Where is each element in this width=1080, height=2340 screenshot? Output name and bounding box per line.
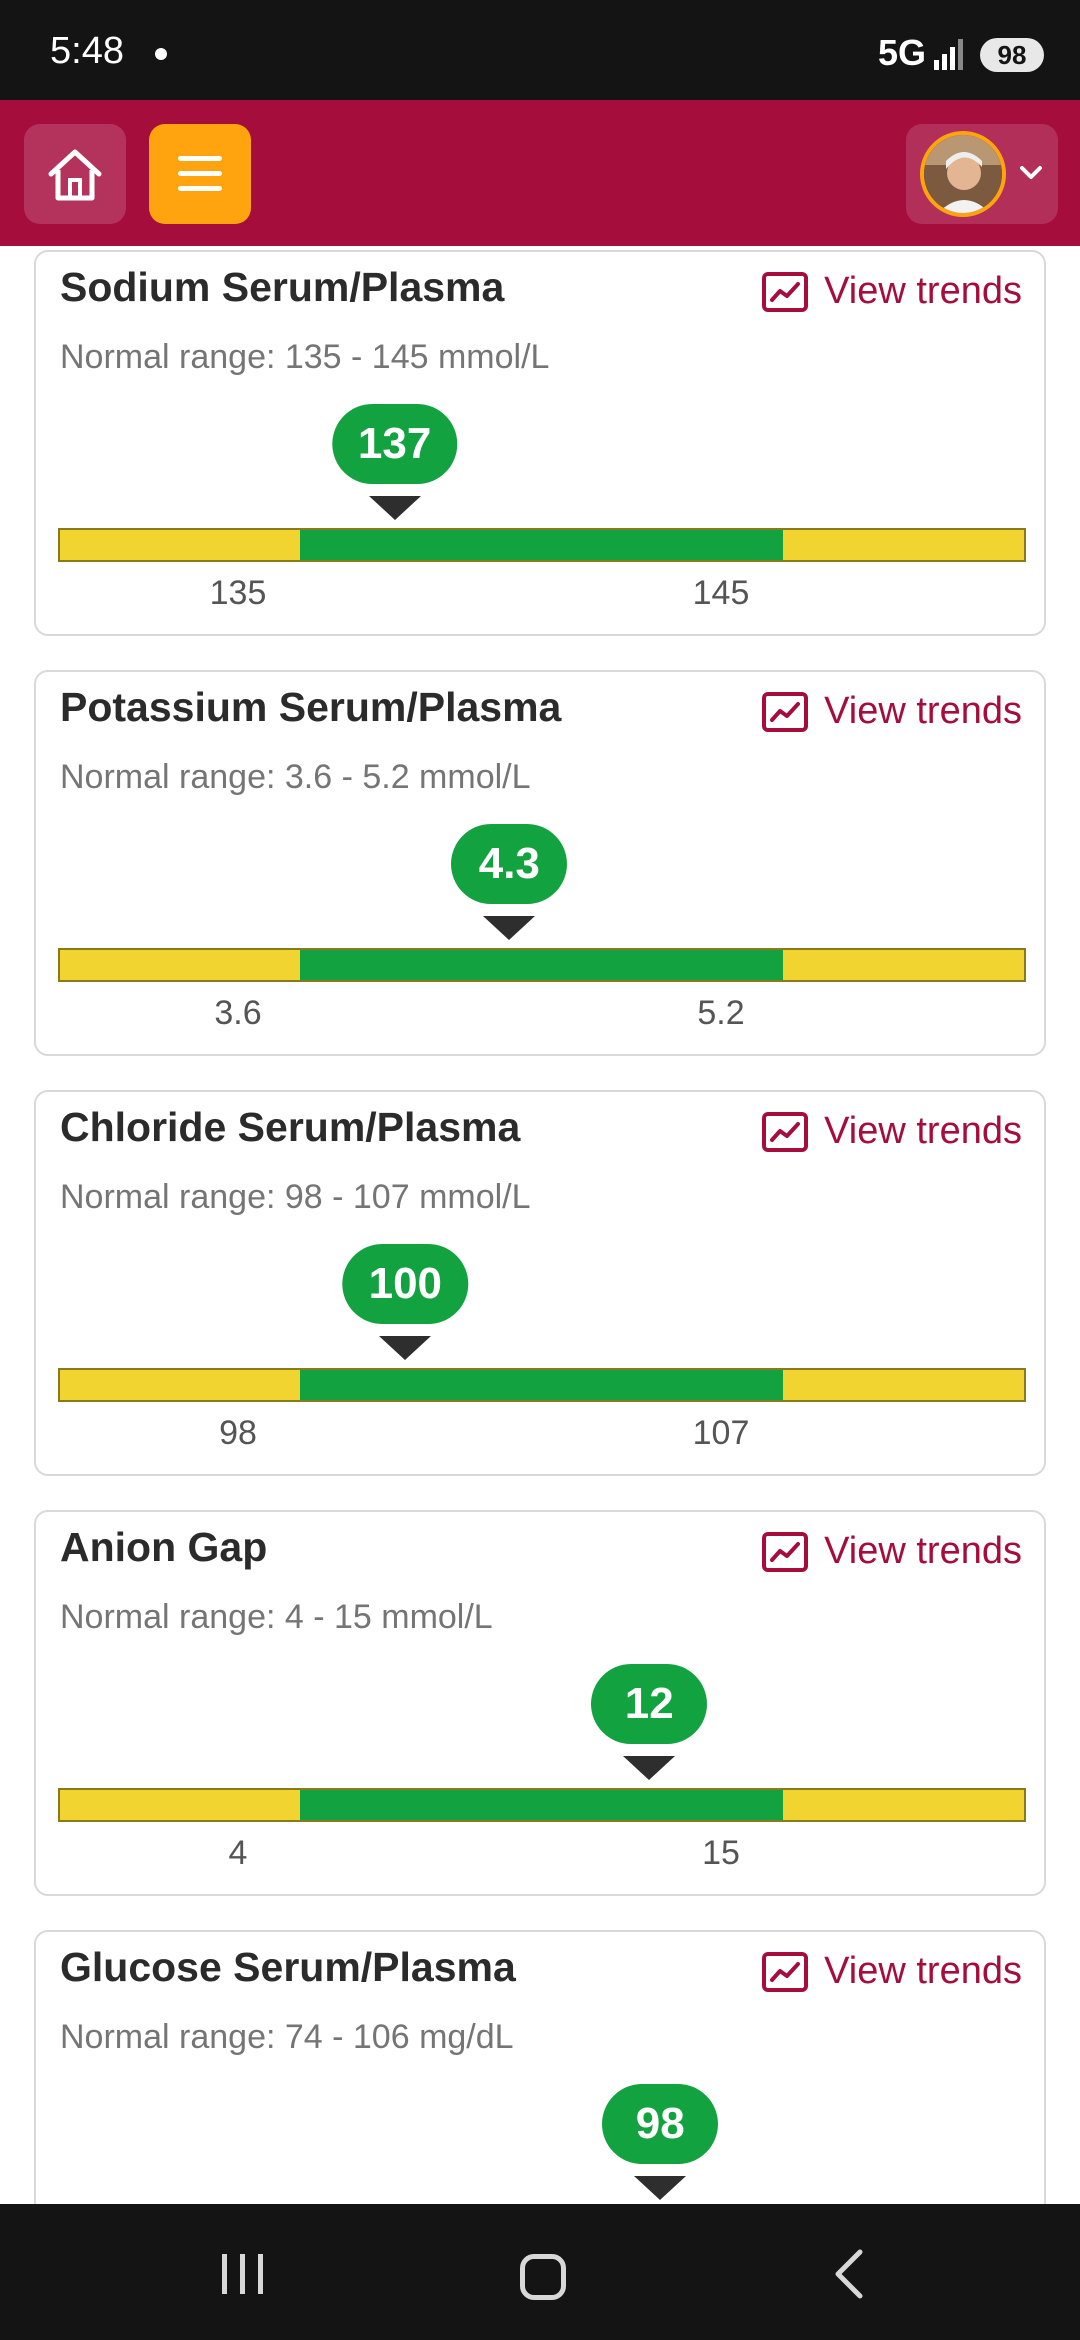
- result-card: Glucose Serum/Plasma View trends Normal …: [34, 1930, 1046, 2204]
- chevron-down-icon: [1020, 166, 1042, 179]
- value-pointer-icon: [368, 496, 421, 520]
- view-trends-label: View trends: [824, 690, 1022, 732]
- result-value-badge: 98: [602, 2084, 719, 2164]
- home-icon: [48, 149, 102, 201]
- normal-range: Normal range: 98 - 107 mmol/L: [60, 1178, 531, 1216]
- hamburger-menu-icon: [178, 156, 222, 191]
- system-navigation-bar: [0, 2204, 1080, 2340]
- result-card: Chloride Serum/Plasma View trends Normal…: [34, 1090, 1046, 1476]
- normal-range-segment: [300, 1370, 783, 1400]
- battery-icon: 98: [980, 38, 1044, 72]
- home-button[interactable]: [24, 124, 126, 224]
- normal-range: Normal range: 74 - 106 mg/dL: [60, 2018, 514, 2056]
- range-high-label: 5.2: [697, 994, 745, 1032]
- view-trends-link[interactable]: View trends: [762, 270, 1022, 313]
- range-bar: [58, 528, 1026, 562]
- profile-menu-button[interactable]: [906, 124, 1058, 224]
- normal-range: Normal range: 4 - 15 mmol/L: [60, 1598, 493, 1636]
- result-title: Potassium Serum/Plasma: [60, 684, 562, 730]
- app-header: [0, 100, 1080, 246]
- system-home-icon[interactable]: [520, 2254, 566, 2300]
- range-low-label: 3.6: [214, 994, 262, 1032]
- trend-chart-icon: [762, 691, 809, 732]
- notification-dot-icon: [155, 48, 167, 60]
- range-low-label: 4: [228, 1834, 248, 1872]
- range-high-label: 15: [702, 1834, 740, 1872]
- signal-icon: [934, 39, 963, 70]
- view-trends-link[interactable]: View trends: [762, 1110, 1022, 1153]
- view-trends-link[interactable]: View trends: [762, 1950, 1022, 1993]
- result-card: Sodium Serum/Plasma View trends Normal r…: [34, 250, 1046, 636]
- status-time: 5:48: [50, 30, 124, 72]
- result-value-badge: 137: [331, 404, 458, 484]
- result-card: Potassium Serum/Plasma View trends Norma…: [34, 670, 1046, 1056]
- view-trends-link[interactable]: View trends: [762, 1530, 1022, 1573]
- status-bar: 5:48 5G 98: [0, 0, 1080, 100]
- value-pointer-icon: [623, 1756, 676, 1780]
- result-title: Chloride Serum/Plasma: [60, 1104, 521, 1150]
- avatar: [920, 131, 1006, 217]
- result-value-badge: 12: [591, 1664, 708, 1744]
- normal-range: Normal range: 3.6 - 5.2 mmol/L: [60, 758, 531, 796]
- value-pointer-icon: [379, 1336, 432, 1360]
- view-trends-label: View trends: [824, 1110, 1022, 1152]
- range-high-label: 145: [692, 574, 750, 612]
- view-trends-label: View trends: [824, 1950, 1022, 1992]
- result-value-badge: 4.3: [451, 824, 568, 904]
- trend-chart-icon: [762, 1531, 809, 1572]
- trend-chart-icon: [762, 1111, 809, 1152]
- menu-button[interactable]: [149, 124, 251, 224]
- value-pointer-icon: [634, 2176, 687, 2200]
- range-bar: [58, 948, 1026, 982]
- view-trends-label: View trends: [824, 270, 1022, 312]
- result-title: Anion Gap: [60, 1524, 268, 1570]
- recent-apps-icon[interactable]: [218, 2252, 268, 2296]
- view-trends-label: View trends: [824, 1530, 1022, 1572]
- normal-range-segment: [300, 1790, 783, 1820]
- network-type: 5G: [878, 32, 927, 73]
- normal-range-segment: [300, 530, 783, 560]
- range-low-label: 135: [209, 574, 267, 612]
- back-icon[interactable]: [830, 2248, 866, 2300]
- range-low-label: 98: [219, 1414, 257, 1452]
- value-pointer-icon: [483, 916, 536, 940]
- trend-chart-icon: [762, 271, 809, 312]
- result-value-badge: 100: [342, 1244, 469, 1324]
- normal-range-segment: [300, 950, 783, 980]
- range-bar: [58, 1368, 1026, 1402]
- view-trends-link[interactable]: View trends: [762, 690, 1022, 733]
- result-title: Glucose Serum/Plasma: [60, 1944, 516, 1990]
- lab-results-list[interactable]: Sodium Serum/Plasma View trends Normal r…: [0, 246, 1080, 2204]
- result-card: Anion Gap View trends Normal range: 4 - …: [34, 1510, 1046, 1896]
- trend-chart-icon: [762, 1951, 809, 1992]
- range-high-label: 107: [692, 1414, 750, 1452]
- result-title: Sodium Serum/Plasma: [60, 264, 505, 310]
- range-bar: [58, 1788, 1026, 1822]
- normal-range: Normal range: 135 - 145 mmol/L: [60, 338, 550, 376]
